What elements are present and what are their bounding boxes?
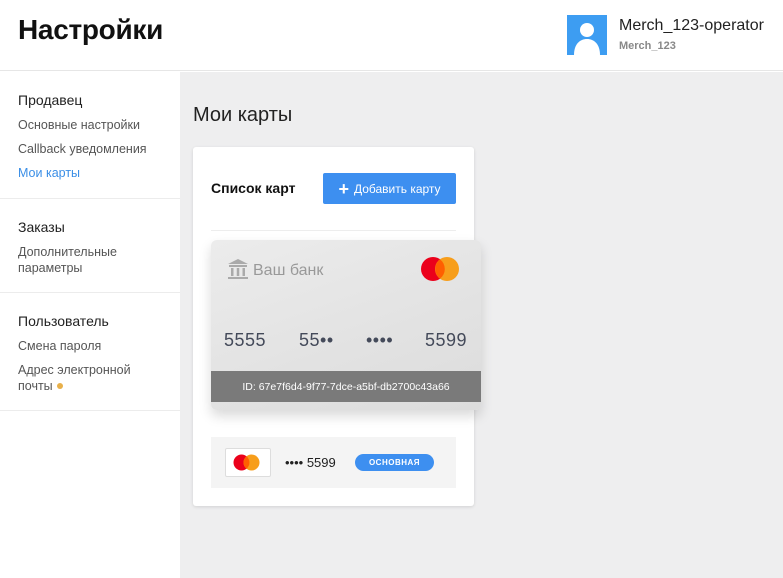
sidebar-item-change-password[interactable]: Смена пароля [18, 338, 168, 354]
section-title: Мои карты [193, 104, 293, 126]
sidebar-divider [0, 198, 180, 199]
add-card-label: Добавить карту [353, 181, 441, 196]
masked-card-number: •••• 5599 [285, 455, 336, 470]
sidebar-divider [0, 410, 180, 411]
card-id: ID: 67e7f6d4-9f77-7dce-a5bf-db2700c43a66 [211, 371, 481, 402]
sidebar-section-seller: Продавец [18, 92, 83, 108]
panel-divider [211, 230, 456, 231]
bank-name: Ваш банк [253, 262, 324, 279]
app-header: Настройки Merch_123-operator Merch_123 [0, 0, 783, 71]
user-name[interactable]: Merch_123-operator [619, 17, 764, 35]
sidebar-item-main-settings[interactable]: Основные настройки [18, 117, 168, 133]
card-number-group-3: •••• [366, 330, 394, 350]
mastercard-small-icon [233, 454, 260, 471]
primary-badge: ОСНОВНАЯ [355, 454, 434, 471]
sidebar-item-my-cards[interactable]: Мои карты [18, 165, 168, 181]
mini-card [225, 448, 271, 477]
sidebar-item-email[interactable]: Адрес электронной почты [18, 362, 143, 394]
add-card-button[interactable]: + Добавить карту [323, 173, 456, 204]
warning-dot-icon [56, 383, 63, 389]
sidebar-item-callback[interactable]: Callback уведомления [18, 141, 168, 157]
card-number-group-1: 5555 [224, 330, 267, 350]
sidebar-divider [0, 292, 180, 293]
sidebar-section-user: Пользователь [18, 313, 109, 329]
card-list-item[interactable]: •••• 5599 ОСНОВНАЯ [211, 437, 456, 488]
avatar[interactable] [567, 15, 607, 55]
sidebar-item-extra-params[interactable]: Дополнительные параметры [18, 244, 138, 276]
user-login: Merch_123 [619, 40, 676, 52]
card-list-title: Список карт [211, 180, 296, 196]
sidebar-section-orders: Заказы [18, 219, 65, 235]
page-title: Настройки [18, 14, 164, 45]
bank-card[interactable]: Ваш банк 5555 55•• •••• 5599 ID: 67e7f6d… [211, 240, 481, 410]
plus-icon: + [338, 178, 349, 199]
card-number-group-2: 55•• [299, 330, 334, 350]
card-number-group-4: 5599 [425, 330, 468, 350]
mastercard-icon [421, 257, 459, 281]
user-icon [574, 23, 600, 55]
sidebar: Продавец Основные настройки Callback уве… [0, 72, 180, 578]
sidebar-item-email-label: Адрес электронной почты [18, 363, 131, 393]
bank-icon [228, 259, 248, 279]
cards-panel: Список карт + Добавить карту Ваш банк 55… [193, 147, 481, 506]
